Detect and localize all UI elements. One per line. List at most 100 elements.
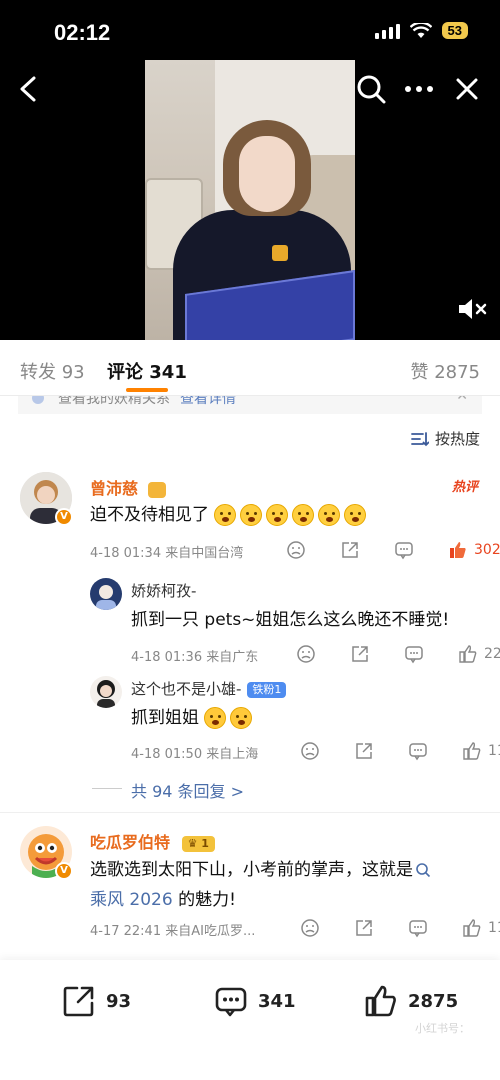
relation-link[interactable]: 查看详情 xyxy=(180,396,236,407)
verified-badge: V xyxy=(55,508,73,526)
sort-icon xyxy=(411,431,429,446)
reply-icon[interactable] xyxy=(408,741,428,761)
reply-icon[interactable] xyxy=(408,918,428,938)
relation-icon xyxy=(32,396,44,404)
like-count: 302 xyxy=(474,542,500,558)
like-button[interactable]: 2875 xyxy=(364,984,458,1018)
thumbs-up-icon xyxy=(463,742,481,760)
surprised-emoji-icon xyxy=(318,504,341,526)
hot-comment-badge: 热评 xyxy=(451,480,478,495)
relation-banner[interactable]: 查看我的妖精关系 查看详情 ✕ xyxy=(18,396,482,414)
dislike-icon[interactable] xyxy=(296,644,316,664)
reply-text: 抓到一只 pets~姐姐怎么这么晚还不睡觉! xyxy=(131,610,450,630)
repost-count: 93 xyxy=(106,990,132,1012)
avatar[interactable] xyxy=(90,676,122,708)
share-icon[interactable] xyxy=(354,741,374,761)
relation-text: 查看我的妖精关系 xyxy=(58,396,170,407)
comment-author[interactable]: 曾沛慈 xyxy=(90,475,166,499)
share-icon[interactable] xyxy=(340,540,360,560)
video-player[interactable]: 02:12 53 xyxy=(0,0,500,340)
reply-icon[interactable] xyxy=(404,644,424,664)
active-tab-indicator xyxy=(126,388,168,392)
comment-actions: 11 xyxy=(300,918,500,938)
comment-button[interactable]: 341 xyxy=(214,984,296,1018)
surprised-emoji-icon xyxy=(266,504,289,526)
share-icon[interactable] xyxy=(350,644,370,664)
search-icon[interactable] xyxy=(354,72,388,106)
comment-actions: 302 xyxy=(286,540,500,560)
status-time: 02:12 xyxy=(54,20,111,45)
vip-badge: ♛ 1 xyxy=(181,835,215,852)
watermark-text: 小红书号： xyxy=(415,1022,470,1035)
surprised-emoji-icon xyxy=(292,504,315,526)
video-frame xyxy=(145,60,355,340)
search-icon xyxy=(416,863,431,878)
like-count: 11 xyxy=(488,743,500,759)
avatar[interactable] xyxy=(90,578,122,610)
emoji-group xyxy=(214,504,370,526)
like-button[interactable]: 11 xyxy=(462,918,500,938)
like-button[interactable]: 22 xyxy=(458,644,500,664)
reply-icon[interactable] xyxy=(394,540,414,560)
close-icon[interactable] xyxy=(452,74,482,104)
sort-label: 按热度 xyxy=(434,430,480,448)
battery-icon: 53 xyxy=(441,22,468,39)
dislike-icon[interactable] xyxy=(286,540,306,560)
status-bar: 02:12 53 xyxy=(0,0,500,66)
tab-reposts-label: 转发 xyxy=(20,362,56,383)
like-count: 22 xyxy=(484,646,500,662)
reply-author[interactable]: 娇娇柯孜- xyxy=(131,580,196,601)
like-count: 11 xyxy=(488,920,500,936)
thumbs-up-icon xyxy=(450,542,466,558)
dislike-icon[interactable] xyxy=(300,741,320,761)
reply-author[interactable]: 这个也不是小雄- 铁粉1 xyxy=(131,678,287,699)
tab-likes-count: 2875 xyxy=(434,362,480,383)
share-icon[interactable] xyxy=(354,918,374,938)
reply-actions: 22 xyxy=(296,644,500,664)
comment-author[interactable]: 吃瓜罗伯特 ♛ 1 xyxy=(90,829,215,853)
tab-comments-label: 评论 xyxy=(107,362,143,383)
fan-badge: 铁粉1 xyxy=(247,681,287,698)
tab-likes-label: 赞 xyxy=(410,362,429,383)
comment-count: 341 xyxy=(258,990,296,1012)
view-more-replies-link[interactable]: 共 94 条回复 > xyxy=(131,778,244,802)
reply-actions: 11 xyxy=(300,741,500,761)
comment-text: 选歌选到太阳下山，小考前的掌声，这就是 乘风 2026 的魅力! xyxy=(90,855,485,915)
repost-button[interactable]: 93 xyxy=(62,984,131,1018)
like-button[interactable]: 302 xyxy=(448,540,500,560)
kiss-emoji-icon xyxy=(204,707,227,729)
back-arrow-icon[interactable] xyxy=(14,74,44,104)
repost-icon xyxy=(63,986,94,1017)
kiss-emoji-icon xyxy=(230,707,253,729)
surprised-emoji-icon xyxy=(240,504,263,526)
thumbs-up-icon xyxy=(459,645,477,663)
comment-divider xyxy=(0,812,500,813)
crown-icon xyxy=(147,481,166,498)
like-button[interactable]: 11 xyxy=(462,741,500,761)
reply-text: 抓到姐姐 xyxy=(131,703,256,733)
verified-badge: V xyxy=(55,862,73,880)
more-options-icon[interactable] xyxy=(402,74,436,104)
tab-comments[interactable]: 评论 341 xyxy=(107,358,187,384)
comment-meta: 4-18 01:34 来自中国台湾 xyxy=(90,546,244,561)
relation-close-icon[interactable]: ✕ xyxy=(456,396,468,404)
reply-meta: 4-18 01:50 来自上海 xyxy=(131,747,259,762)
surprised-emoji-icon xyxy=(214,504,237,526)
thumbs-up-icon xyxy=(463,919,481,937)
thumbs-up-icon xyxy=(365,985,396,1017)
reply-meta: 4-18 01:36 来自广东 xyxy=(131,650,259,665)
tab-reposts-count: 93 xyxy=(61,362,85,383)
bottom-action-bar: 93 341 2875 小红书号： xyxy=(0,960,500,1080)
comment-meta: 4-17 22:41 来自AI吃瓜罗... xyxy=(90,924,256,939)
comment-text: 迫不及待相见了 xyxy=(90,500,370,530)
tab-comments-count: 341 xyxy=(149,362,187,383)
like-count: 2875 xyxy=(408,990,459,1012)
tab-likes[interactable]: 赞 2875 xyxy=(410,358,480,384)
mute-icon[interactable] xyxy=(456,294,490,324)
sort-button[interactable]: 按热度 xyxy=(411,428,480,449)
dislike-icon[interactable] xyxy=(300,918,320,938)
wifi-icon xyxy=(409,22,432,38)
surprised-emoji-icon xyxy=(344,504,367,526)
comment-icon xyxy=(215,987,247,1017)
tab-reposts[interactable]: 转发 93 xyxy=(20,358,85,384)
